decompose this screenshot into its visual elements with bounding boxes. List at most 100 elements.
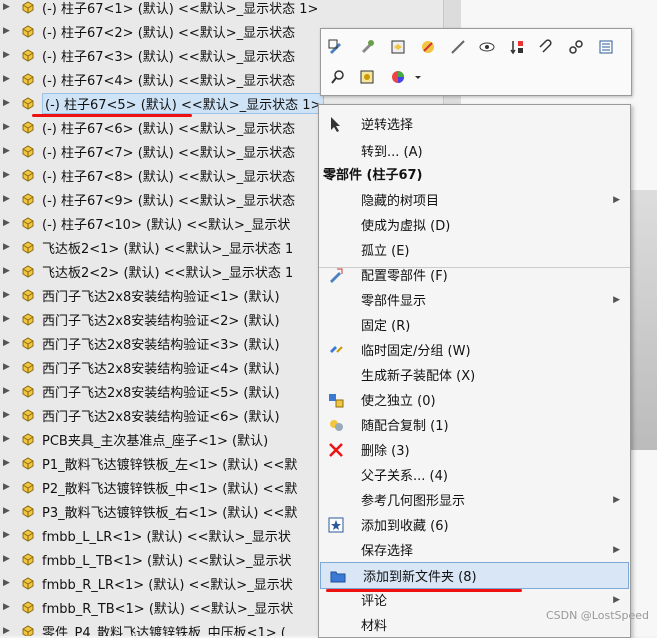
menu-item-label: 零部件显示 <box>361 294 427 309</box>
expand-arrow-icon[interactable]: ▶ <box>3 242 12 252</box>
cursor-icon <box>327 115 345 133</box>
part-icon <box>20 0 36 15</box>
menu-item[interactable]: 参考几何图形显示 ▶ <box>319 487 630 512</box>
expand-arrow-icon[interactable]: ▶ <box>3 386 12 396</box>
expand-arrow-icon[interactable]: ▶ <box>3 122 12 132</box>
expand-arrow-icon[interactable]: ▶ <box>3 578 12 588</box>
menu-item[interactable]: 零部件显示 ▶ <box>319 287 630 312</box>
expand-arrow-icon[interactable]: ▶ <box>3 554 12 564</box>
edit-part-icon[interactable] <box>325 36 347 58</box>
part-icon <box>20 287 36 303</box>
tree-item-label: P2_散料飞达镀锌铁板_中<1> (默认) <<默 <box>42 481 298 497</box>
menu-item-label: 配置零部件 (F) <box>361 269 448 284</box>
part-icon <box>20 383 36 399</box>
expand-arrow-icon[interactable]: ▶ <box>3 482 12 492</box>
menu-item[interactable]: 添加到新文件夹 (8) <box>320 562 629 589</box>
menu-item[interactable]: 使成为虚拟 (D) <box>319 212 630 237</box>
menu-item[interactable]: 使之独立 (0) <box>319 387 630 412</box>
part-icon <box>20 431 36 447</box>
hide-line-icon[interactable] <box>447 36 469 58</box>
part-icon <box>20 527 36 543</box>
expand-arrow-icon[interactable]: ▶ <box>3 74 12 84</box>
expand-arrow-icon[interactable]: ▶ <box>3 290 12 300</box>
expand-arrow-icon[interactable]: ▶ <box>3 2 12 12</box>
expand-arrow-icon[interactable]: ▶ <box>3 218 12 228</box>
expand-arrow-icon[interactable]: ▶ <box>3 194 12 204</box>
open-part-icon[interactable] <box>387 36 409 58</box>
link-icon[interactable] <box>565 36 587 58</box>
expand-arrow-icon[interactable]: ▶ <box>3 170 12 180</box>
part-icon <box>20 71 36 87</box>
menu-item[interactable]: 删除 (3) <box>319 437 630 462</box>
menu-item[interactable]: 生成新子装配体 (X) <box>319 362 630 387</box>
annotation-underline-menu <box>326 589 522 592</box>
expand-arrow-icon[interactable]: ▶ <box>3 338 12 348</box>
expand-arrow-icon[interactable]: ▶ <box>3 626 12 636</box>
dropdown-arrow-icon[interactable] <box>407 66 429 88</box>
tree-item-label: (-) 柱子67<6> (默认) <<默认>_显示状态 <box>42 121 296 137</box>
sort-icon[interactable] <box>506 36 528 58</box>
tree-item-label: (-) 柱子67<4> (默认) <<默认>_显示状态 <box>42 73 296 89</box>
view-icon[interactable] <box>356 66 378 88</box>
part-icon <box>20 119 36 135</box>
menu-item[interactable]: 固定 (R) <box>319 312 630 337</box>
tree-item-label: P3_散料飞达镀锌铁板_右<1> (默认) <<默 <box>42 505 298 521</box>
tree-item-label: P1_散料飞达镀锌铁板_左<1> (默认) <<默 <box>42 457 298 473</box>
part-icon <box>20 215 36 231</box>
expand-arrow-icon[interactable]: ▶ <box>3 362 12 372</box>
part-icon <box>20 311 36 327</box>
menu-item-label: 随配合复制 (1) <box>361 419 449 434</box>
eye-icon[interactable] <box>476 36 498 58</box>
paperclip-icon[interactable] <box>535 36 557 58</box>
expand-arrow-icon[interactable]: ▶ <box>3 26 12 36</box>
menu-item-label: 保存选择 <box>361 544 414 559</box>
expand-arrow-icon[interactable]: ▶ <box>3 266 12 276</box>
part-icon <box>20 263 36 279</box>
tool-icon[interactable] <box>357 36 379 58</box>
menu-item[interactable]: 转到... (A) <box>319 138 630 163</box>
menu-item-label: 删除 (3) <box>361 444 410 459</box>
appearance-icon[interactable] <box>417 36 439 58</box>
menu-item-label: 逆转选择 <box>361 118 414 133</box>
model-view-fragment <box>628 190 657 450</box>
copy-mates-icon <box>327 416 345 434</box>
zoom-icon[interactable] <box>327 66 349 88</box>
part-icon <box>20 167 36 183</box>
expand-arrow-icon[interactable]: ▶ <box>3 458 12 468</box>
part-icon <box>20 479 36 495</box>
expand-arrow-icon[interactable]: ▶ <box>3 506 12 516</box>
menu-item[interactable]: 保存选择 ▶ <box>319 537 630 562</box>
delete-x-icon <box>327 441 345 459</box>
menu-item[interactable]: 隐藏的树项目 ▶ <box>319 187 630 212</box>
expand-arrow-icon[interactable]: ▶ <box>3 314 12 324</box>
menu-item[interactable]: 临时固定/分组 (W) <box>319 337 630 362</box>
tree-item-label: (-) 柱子67<8> (默认) <<默认>_显示状态 <box>42 169 296 185</box>
expand-arrow-icon[interactable]: ▶ <box>3 50 12 60</box>
menu-item[interactable]: 添加到收藏 (6) <box>319 512 630 537</box>
menu-item[interactable]: 父子关系... (4) <box>319 462 630 487</box>
tree-item-label: (-) 柱子67<3> (默认) <<默认>_显示状态 <box>42 49 296 65</box>
menu-item[interactable]: 孤立 (E) <box>319 237 630 262</box>
tree-item-label: fmbb_L_LR<1> (默认) <<默认>_显示状 <box>42 529 291 545</box>
tree-item-label: PCB夹具_主次基准点_座子<1> (默认) <box>42 433 269 449</box>
submenu-arrow-icon: ▶ <box>613 594 620 605</box>
color-wheel-icon[interactable] <box>387 66 409 88</box>
menu-item[interactable]: 随配合复制 (1) <box>319 412 630 437</box>
menu-item-label: 临时固定/分组 (W) <box>361 344 471 359</box>
menu-item[interactable]: 逆转选择 <box>319 111 630 136</box>
part-icon <box>20 551 36 567</box>
tree-item[interactable]: ▶ (-) 柱子67<1> (默认) <<默认>_显示状态 1> <box>0 0 443 19</box>
temp-fix-icon <box>327 341 345 359</box>
part-icon <box>20 239 36 255</box>
menu-item[interactable]: 配置零部件 (F) <box>319 262 630 287</box>
expand-arrow-icon[interactable]: ▶ <box>3 98 12 108</box>
menu-item-label: 使成为虚拟 (D) <box>361 219 451 234</box>
expand-arrow-icon[interactable]: ▶ <box>3 434 12 444</box>
properties-icon[interactable] <box>595 36 617 58</box>
expand-arrow-icon[interactable]: ▶ <box>3 146 12 156</box>
expand-arrow-icon[interactable]: ▶ <box>3 410 12 420</box>
tree-item-label: 零件_P4_散料飞达镀锌铁板_中压板<1> ( <box>42 625 286 637</box>
expand-arrow-icon[interactable]: ▶ <box>3 602 12 612</box>
expand-arrow-icon[interactable]: ▶ <box>3 530 12 540</box>
menu-item-label: 零部件 (柱子67) <box>323 168 423 183</box>
